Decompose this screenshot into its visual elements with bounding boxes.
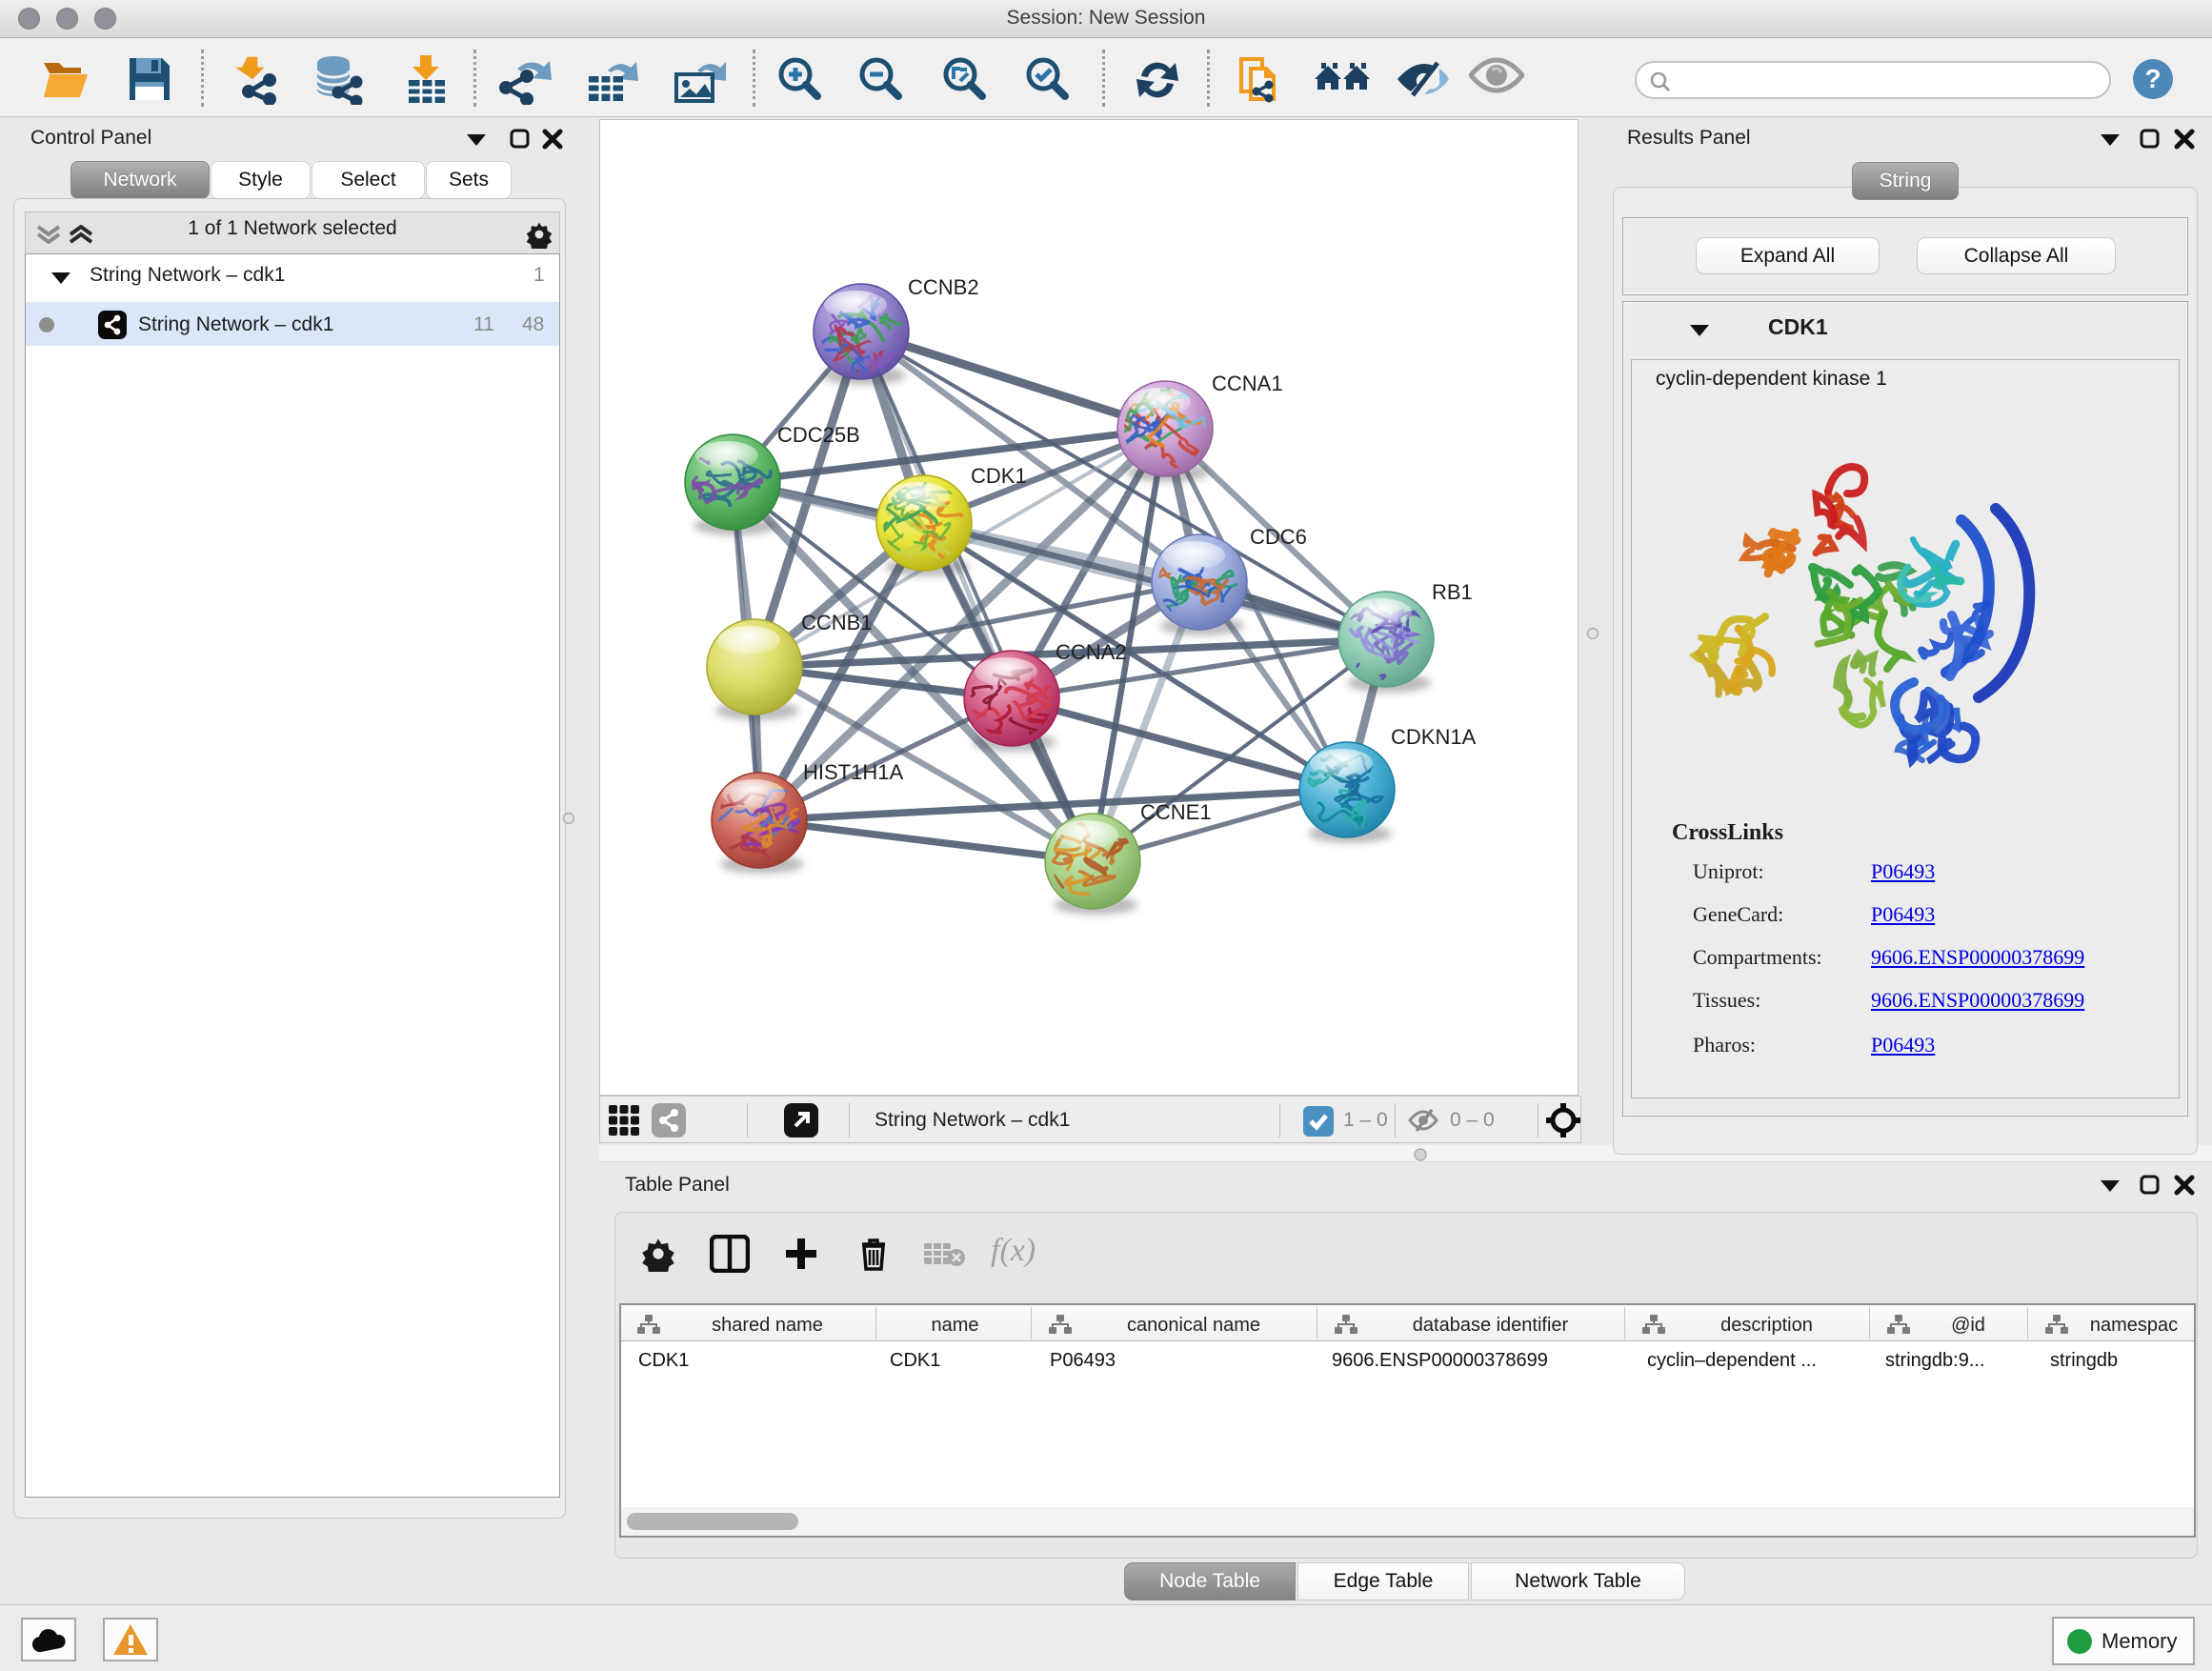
svg-text:CCNB1: CCNB1 (801, 611, 873, 634)
svg-text:RB1: RB1 (1432, 580, 1473, 604)
svg-text:CCNA2: CCNA2 (1056, 640, 1127, 664)
svg-text:CDKN1A: CDKN1A (1391, 725, 1477, 749)
svg-text:CDC25B: CDC25B (777, 423, 860, 447)
svg-text:CCNB2: CCNB2 (908, 275, 979, 299)
svg-text:CCNE1: CCNE1 (1140, 800, 1212, 824)
svg-text:CDC6: CDC6 (1250, 525, 1307, 549)
svg-text:CCNA1: CCNA1 (1212, 372, 1283, 395)
svg-text:HIST1H1A: HIST1H1A (803, 760, 903, 784)
svg-text:?: ? (2144, 64, 2161, 93)
svg-text:CDK1: CDK1 (971, 464, 1027, 488)
